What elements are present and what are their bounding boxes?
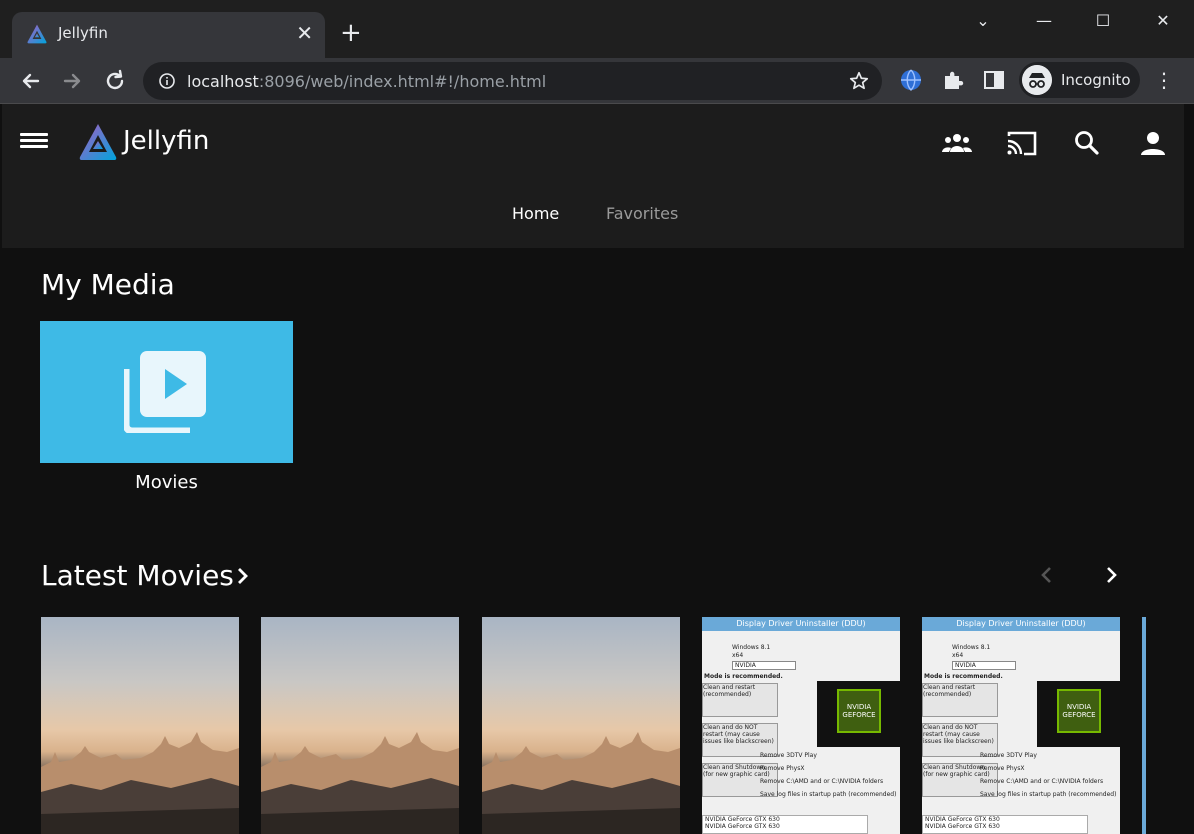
ddu-arch: x64 bbox=[952, 652, 964, 659]
ddu-arch: x64 bbox=[732, 652, 744, 659]
nvidia-logo-text: NVIDIA bbox=[846, 703, 872, 711]
movie-poster-card[interactable] bbox=[482, 617, 680, 834]
ddu-vendor-select: NVIDIA bbox=[952, 661, 1016, 670]
ddu-log-list: NVIDIA GeForce GTX 630 NVIDIA GeForce GT… bbox=[702, 815, 868, 834]
jellyfin-logo-icon bbox=[27, 24, 47, 44]
site-info-icon[interactable] bbox=[158, 72, 176, 90]
city-skyline-image bbox=[261, 732, 459, 834]
browser-tabstrip: Jellyfin ✕ + ⌄ — ☐ ✕ bbox=[0, 0, 1194, 58]
incognito-profile-button[interactable]: Incognito bbox=[1019, 62, 1140, 98]
ddu-log-line: NVIDIA GeForce GTX 630 bbox=[705, 823, 780, 830]
jellyfin-logo-icon[interactable] bbox=[78, 122, 118, 162]
home-tabs: Home Favorites bbox=[2, 204, 1184, 228]
ddu-button-label: Clean and do NOT restart (may cause issu… bbox=[703, 724, 774, 745]
url-text[interactable]: localhost:8096/web/index.html#!/home.htm… bbox=[187, 72, 546, 91]
poster-image: Display Driver Uninstaller (DDU) Windows… bbox=[922, 617, 1120, 834]
nvidia-logo-text: NVIDIA bbox=[1066, 703, 1092, 711]
back-icon[interactable] bbox=[16, 66, 46, 96]
movie-poster-card[interactable] bbox=[261, 617, 459, 834]
ddu-window-title: Display Driver Uninstaller (DDU) bbox=[922, 617, 1120, 631]
nvidia-logo-image: NVIDIA GEFORCE bbox=[817, 681, 900, 747]
my-media-heading: My Media bbox=[41, 268, 175, 301]
app-header: Jellyfin Home Favorites bbox=[2, 104, 1184, 248]
ddu-button: Clean and restart (recommended) bbox=[922, 683, 998, 717]
ddu-version: Windows 8.1 bbox=[732, 644, 771, 651]
minimize-button[interactable]: — bbox=[1029, 8, 1059, 34]
movie-poster-card[interactable]: Display Driver Uninstaller (DDU) Windows… bbox=[922, 617, 1120, 834]
geforce-logo-text: GEFORCE bbox=[1062, 711, 1096, 719]
ddu-button-label: Clean and restart (recommended) bbox=[703, 684, 756, 698]
ddu-vendor-select: NVIDIA bbox=[732, 661, 796, 670]
movies-library-card[interactable] bbox=[40, 321, 293, 463]
incognito-label: Incognito bbox=[1061, 71, 1131, 89]
scroll-prev-icon[interactable] bbox=[1036, 564, 1058, 586]
city-skyline-image bbox=[41, 732, 239, 834]
tab-search-icon[interactable]: ⌄ bbox=[968, 8, 998, 34]
movie-poster-card[interactable]: Display Driver Uninstaller (DDU) Windows… bbox=[702, 617, 900, 834]
url-path: :8096/web/index.html#!/home.html bbox=[258, 72, 547, 91]
ddu-button: Clean and restart (recommended) bbox=[702, 683, 778, 717]
close-window-button[interactable]: ✕ bbox=[1148, 8, 1178, 34]
poster-image: Display Driver Uninstaller (DDU) Windows… bbox=[702, 617, 900, 834]
incognito-icon bbox=[1022, 65, 1052, 95]
brand-name[interactable]: Jellyfin bbox=[123, 126, 209, 156]
forward-icon[interactable] bbox=[57, 66, 87, 96]
city-skyline-image bbox=[482, 732, 680, 834]
latest-movies-heading[interactable]: Latest Movies bbox=[41, 559, 234, 592]
ddu-option: Remove PhysX bbox=[760, 765, 805, 772]
tab-home[interactable]: Home bbox=[512, 204, 559, 223]
ddu-log-line: NVIDIA GeForce GTX 630 bbox=[705, 816, 780, 823]
ddu-option: Save log files in startup path (recommen… bbox=[980, 791, 1117, 798]
ddu-option: Remove 3DTV Play bbox=[760, 752, 817, 759]
ddu-option: Remove C:\AMD and or C:\NVIDIA folders bbox=[760, 778, 884, 785]
extensions-puzzle-icon[interactable] bbox=[941, 68, 965, 92]
vpn-globe-icon[interactable] bbox=[899, 68, 923, 92]
sync-play-group-icon[interactable] bbox=[940, 128, 974, 158]
movie-poster-card[interactable] bbox=[41, 617, 239, 834]
ddu-button-label: Clean and do NOT restart (may cause issu… bbox=[923, 724, 994, 745]
reload-icon[interactable] bbox=[100, 66, 130, 96]
ddu-window-title: Display Driver Uninstaller (DDU) bbox=[702, 617, 900, 631]
side-panel-icon[interactable] bbox=[982, 68, 1006, 92]
ddu-version: Windows 8.1 bbox=[952, 644, 991, 651]
page-scrollbar[interactable] bbox=[1184, 104, 1194, 834]
browser-tab[interactable]: Jellyfin ✕ bbox=[12, 12, 325, 58]
ddu-button-label: Clean and restart (recommended) bbox=[923, 684, 976, 698]
ddu-option: Remove PhysX bbox=[980, 765, 1025, 772]
ddu-option: Remove 3DTV Play bbox=[980, 752, 1037, 759]
search-icon[interactable] bbox=[1070, 128, 1104, 158]
ddu-option: Save log files in startup path (recommen… bbox=[760, 791, 897, 798]
cast-icon[interactable] bbox=[1005, 128, 1039, 158]
browser-menu-icon[interactable]: ⋮ bbox=[1152, 68, 1176, 92]
browser-toolbar: localhost:8096/web/index.html#!/home.htm… bbox=[0, 58, 1194, 104]
user-profile-icon[interactable] bbox=[1136, 128, 1170, 158]
chevron-right-icon[interactable] bbox=[235, 566, 251, 586]
maximize-button[interactable]: ☐ bbox=[1088, 8, 1118, 34]
scroll-next-icon[interactable] bbox=[1100, 564, 1122, 586]
next-poster-edge bbox=[1142, 617, 1146, 834]
tab-title: Jellyfin bbox=[58, 24, 108, 42]
video-library-icon bbox=[124, 351, 206, 433]
address-bar[interactable]: localhost:8096/web/index.html#!/home.htm… bbox=[143, 62, 882, 100]
ddu-log-line: NVIDIA GeForce GTX 630 bbox=[925, 816, 1000, 823]
tab-favorites[interactable]: Favorites bbox=[606, 204, 678, 223]
hamburger-menu-icon[interactable] bbox=[20, 130, 48, 154]
ddu-mode-note: Mode is recommended. bbox=[704, 673, 783, 680]
url-host: localhost bbox=[187, 72, 259, 91]
ddu-log-list: NVIDIA GeForce GTX 630 NVIDIA GeForce GT… bbox=[922, 815, 1088, 834]
ddu-log-line: NVIDIA GeForce GTX 630 bbox=[925, 823, 1000, 830]
ddu-mode-note: Mode is recommended. bbox=[924, 673, 1003, 680]
movies-library-label[interactable]: Movies bbox=[40, 472, 293, 493]
ddu-option: Remove C:\AMD and or C:\NVIDIA folders bbox=[980, 778, 1104, 785]
close-tab-icon[interactable]: ✕ bbox=[296, 22, 313, 44]
nvidia-logo-image: NVIDIA GEFORCE bbox=[1037, 681, 1120, 747]
bookmark-star-icon[interactable] bbox=[848, 70, 870, 92]
geforce-logo-text: GEFORCE bbox=[842, 711, 876, 719]
new-tab-button[interactable]: + bbox=[340, 20, 362, 46]
